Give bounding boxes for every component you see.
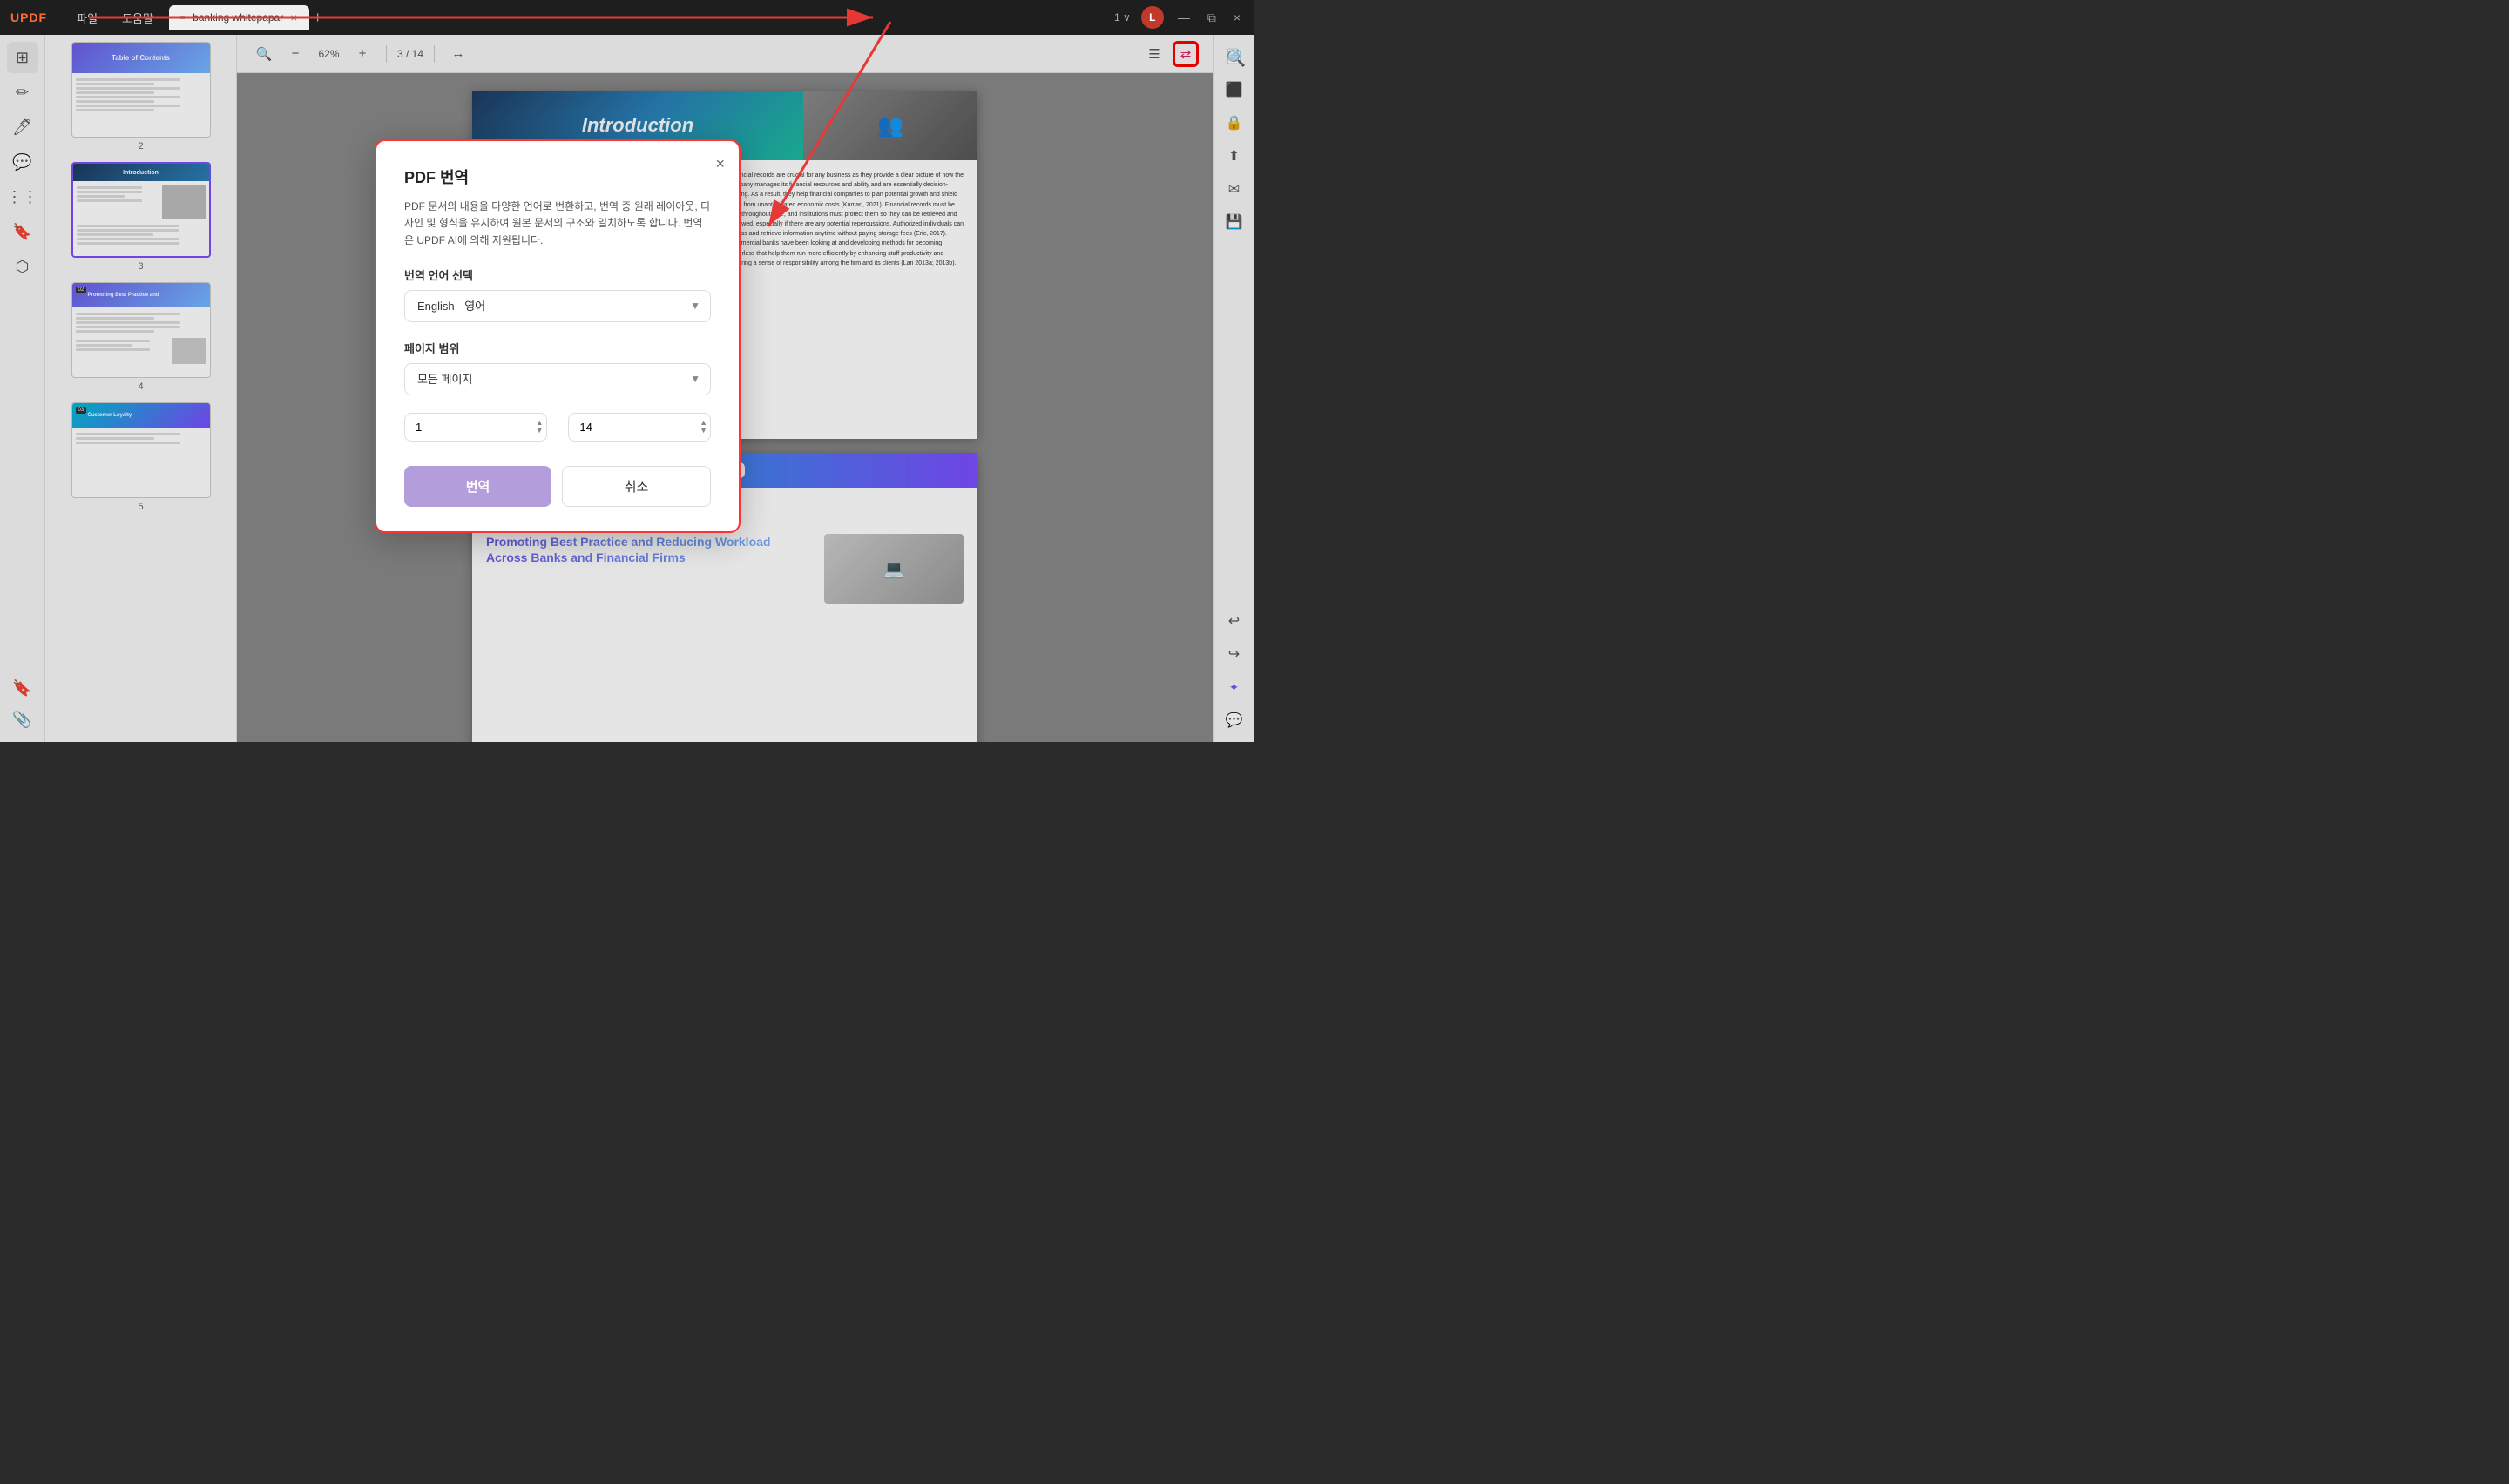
range-dash: - [556,420,560,434]
page-to-down[interactable]: ▼ [700,427,707,435]
page-range-select[interactable]: 모든 페이지 사용자 지정 [404,363,711,395]
page-from-wrapper: ▲ ▼ [404,413,547,442]
page-nav[interactable]: 1 ∨ [1114,11,1131,24]
tab-close-btn[interactable]: × [288,10,299,24]
page-to-wrapper: ▲ ▼ [568,413,711,442]
page-to-arrows: ▲ ▼ [700,413,707,442]
user-avatar: L [1141,6,1164,29]
modal-close-btn[interactable]: × [715,155,725,173]
modal-overlay: × PDF 번역 PDF 문서의 내용을 다양한 언어로 번환하고, 번역 중 … [0,35,1254,742]
tab-add-btn[interactable]: + [313,9,322,27]
page-label: 페이지 범위 [404,340,711,356]
page-from-input[interactable] [404,413,547,442]
win-restore[interactable]: ⧉ [1204,7,1220,29]
modal-title: PDF 번역 [404,165,711,188]
cancel-btn[interactable]: 취소 [562,466,711,507]
page-range-select-wrapper: 모든 페이지 사용자 지정 ▼ [404,363,711,395]
translate-modal: × PDF 번역 PDF 문서의 내용을 다양한 언어로 번환하고, 번역 중 … [375,139,741,533]
modal-buttons: 번역 취소 [404,466,711,507]
lang-label: 번역 언어 선택 [404,266,711,283]
win-minimize[interactable]: — [1174,7,1194,28]
active-tab[interactable]: ✏ banking whitepapar × [169,5,309,30]
menu-file[interactable]: 파일 [68,6,106,30]
app-logo: UPDF [10,10,47,24]
tab-edit-icon: ✏ [179,12,187,24]
tab-label: banking whitepapar [193,11,283,24]
menu-help[interactable]: 도움말 [113,6,162,30]
lang-select-wrapper: English - 영어 Korean - 한국어 Japanese - 日本語… [404,290,711,322]
translate-btn[interactable]: 번역 [404,466,551,507]
page-from-down[interactable]: ▼ [536,427,544,435]
modal-description: PDF 문서의 내용을 다양한 언어로 번환하고, 번역 중 원래 레이아웃, … [404,199,711,249]
page-from-arrows: ▲ ▼ [536,413,544,442]
page-to-input[interactable] [568,413,711,442]
page-range-inputs: ▲ ▼ - ▲ ▼ [404,413,711,442]
win-close[interactable]: × [1230,7,1244,28]
lang-select[interactable]: English - 영어 Korean - 한국어 Japanese - 日本語… [404,290,711,322]
